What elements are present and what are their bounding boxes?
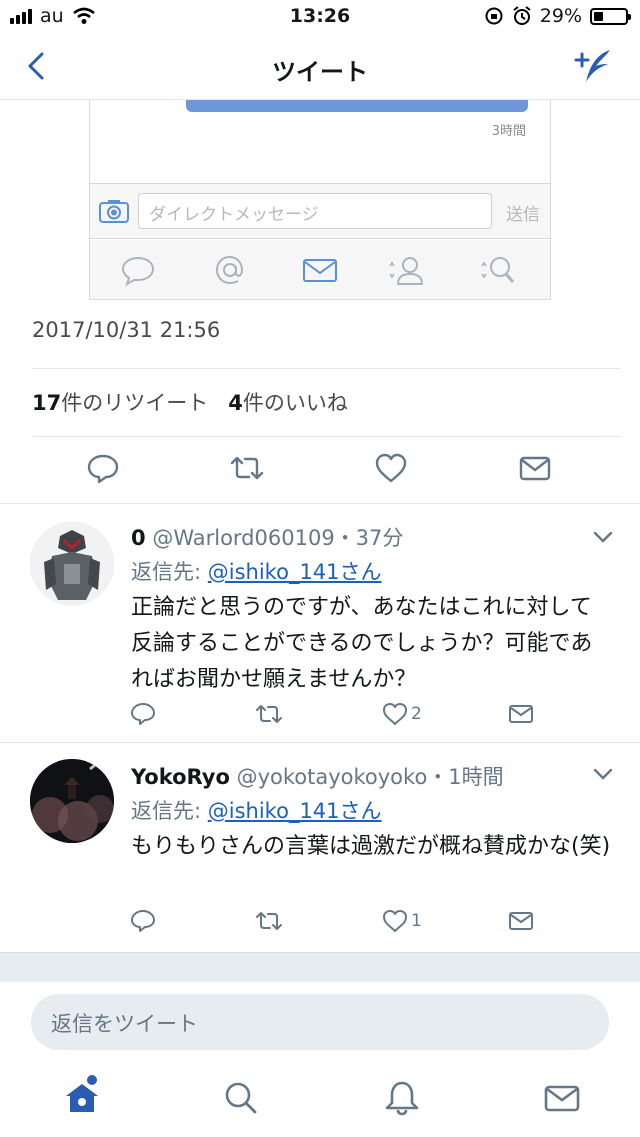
- at-sign-icon: [215, 255, 244, 285]
- thread-end-separator: [0, 952, 640, 982]
- tweet-timestamp: 2017/10/31 21:56: [32, 318, 221, 342]
- image-tab-icons: [90, 240, 550, 299]
- orientation-lock-icon: [485, 7, 503, 25]
- tweet-stats: 17件のリツイート 4件のいいね: [32, 387, 348, 417]
- reply-handle-time: @yokotayokoyoko・1時間: [236, 765, 504, 789]
- reply-like-count: 1: [411, 911, 422, 931]
- image-dm-input: ダイレクトメッセージ: [138, 193, 492, 229]
- robot-avatar-image: [30, 522, 114, 606]
- reply-handle-time: @Warlord060109・37分: [152, 526, 404, 550]
- new-content-dot: [87, 1075, 97, 1085]
- retweet-label: 件のリツイート: [61, 391, 209, 415]
- reply-actions: 2: [0, 702, 640, 732]
- retweet-count: 17: [32, 391, 62, 415]
- retweet-stat[interactable]: 17件のリツイート: [32, 391, 208, 415]
- replying-to: 返信先: @ishiko_141さん: [131, 795, 382, 825]
- camera-icon: [99, 200, 129, 223]
- home-icon[interactable]: [62, 1078, 102, 1118]
- status-bar: au 13:26 29%: [0, 0, 640, 36]
- search-user-icon: [481, 257, 515, 283]
- reply-header: YokoRyo @yokotayokoyoko・1時間: [131, 761, 504, 791]
- page-title: ツイート: [272, 58, 368, 86]
- like-count: 4: [228, 391, 243, 415]
- tweet-image[interactable]: 3時間 ダイレクトメッセージ 送信: [89, 100, 551, 300]
- reply-compose-input[interactable]: 返信をツイート: [31, 994, 609, 1050]
- direct-message-icon[interactable]: [518, 452, 552, 484]
- speech-bubble-icon: [121, 256, 155, 286]
- image-dm-bar: ダイレクトメッセージ 送信: [90, 183, 550, 239]
- image-send-label: 送信: [506, 205, 540, 225]
- message-bubble: [186, 100, 528, 112]
- retweet-icon[interactable]: [230, 452, 264, 484]
- like-stat[interactable]: 4件のいいね: [228, 391, 348, 415]
- mention-link[interactable]: @ishiko_141さん: [208, 560, 382, 584]
- tab-bar: [0, 1062, 640, 1137]
- replying-to-prefix: 返信先:: [131, 560, 208, 584]
- tweet-actions: [0, 446, 640, 494]
- reply-icon[interactable]: [130, 909, 156, 933]
- retweet-icon[interactable]: [256, 909, 282, 933]
- reply-icon[interactable]: [86, 452, 120, 484]
- reply-author-name[interactable]: YokoRyo: [131, 765, 230, 789]
- reply-icon[interactable]: [130, 702, 156, 726]
- retweet-icon[interactable]: [256, 702, 282, 726]
- replying-to-prefix: 返信先:: [131, 799, 208, 823]
- reply-text: もりもりさんの言葉は過激だが概ね賛成かな(笑): [131, 834, 611, 859]
- reply-author-name[interactable]: 0: [131, 526, 146, 550]
- like-heart-icon[interactable]: [382, 909, 408, 933]
- replying-to: 返信先: @ishiko_141さん: [131, 556, 382, 586]
- reply-item[interactable]: 0 @Warlord060109・37分 返信先: @ishiko_141さん …: [0, 504, 640, 742]
- like-heart-icon[interactable]: [382, 702, 408, 726]
- like-label: 件のいいね: [242, 391, 348, 415]
- like-heart-icon[interactable]: [374, 452, 408, 484]
- notifications-bell-icon[interactable]: [382, 1078, 422, 1118]
- chevron-down-icon[interactable]: [592, 530, 614, 544]
- alarm-icon: [513, 6, 531, 25]
- night-photo-avatar-image: [30, 759, 114, 843]
- messages-envelope-icon[interactable]: [542, 1078, 582, 1118]
- chevron-down-icon[interactable]: [592, 767, 614, 781]
- reply-item[interactable]: YokoRyo @yokotayokoyoko・1時間 返信先: @ishiko…: [0, 743, 640, 952]
- person-icon: [389, 257, 424, 285]
- nav-bar: ツイート: [0, 36, 640, 100]
- avatar[interactable]: [30, 522, 114, 606]
- direct-message-icon[interactable]: [508, 702, 534, 726]
- mention-link[interactable]: @ishiko_141さん: [208, 799, 382, 823]
- reply-text: 正論だと思うのですが、あなたはこれに対して反論することができるのでしょうか？可能…: [131, 595, 593, 692]
- reply-actions: 1: [0, 909, 640, 939]
- divider: [32, 368, 620, 369]
- compose-tweet-icon[interactable]: [574, 48, 614, 84]
- direct-message-icon[interactable]: [508, 909, 534, 933]
- reply-header: 0 @Warlord060109・37分: [131, 522, 403, 552]
- envelope-icon: [303, 259, 337, 282]
- reply-like-count: 2: [411, 704, 422, 724]
- image-time-label: 3時間: [491, 124, 526, 139]
- battery-icon: [590, 7, 631, 25]
- battery-percent: 29%: [539, 5, 582, 27]
- avatar[interactable]: [30, 759, 114, 843]
- divider: [32, 436, 620, 437]
- search-icon[interactable]: [220, 1078, 260, 1118]
